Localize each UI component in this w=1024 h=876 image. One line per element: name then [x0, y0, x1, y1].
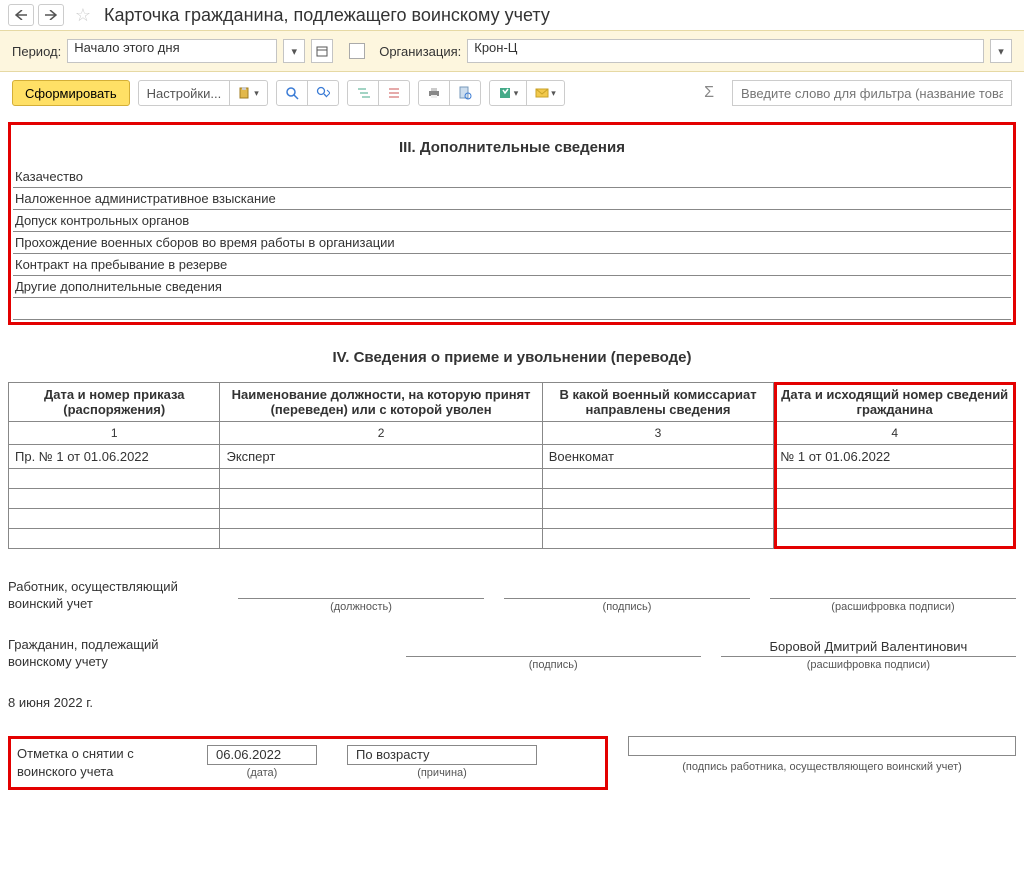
- expand-tree-icon: [356, 86, 370, 100]
- section4-table: Дата и номер приказа (распоряжения) Наим…: [8, 382, 1016, 549]
- org-label: Организация:: [379, 44, 461, 59]
- col-header-3: В какой военный комиссариат направлены с…: [542, 383, 774, 422]
- search-icon: [285, 86, 299, 100]
- position-line: [238, 581, 484, 599]
- section3-highlight: III. Дополнительные сведения Казачество …: [8, 122, 1016, 325]
- sigma-icon[interactable]: Σ: [694, 84, 724, 102]
- citizen-decipher-caption: (расшифровка подписи): [721, 657, 1016, 671]
- org-checkbox[interactable]: [349, 43, 365, 59]
- cell-commissariat: Военкомат: [542, 445, 774, 469]
- signature-line: [504, 581, 750, 599]
- collapse-button[interactable]: [378, 80, 410, 106]
- settings-button[interactable]: Настройки...: [138, 80, 231, 106]
- section3-row: Контракт на пребывание в резерве: [13, 254, 1011, 276]
- settings-paste-button[interactable]: ▾: [229, 80, 268, 106]
- nav-back-button[interactable]: [8, 4, 34, 26]
- col-header-2: Наименование должности, на которую приня…: [220, 383, 542, 422]
- col-num-2: 2: [220, 422, 542, 445]
- cell-order: Пр. № 1 от 01.06.2022: [9, 445, 220, 469]
- col-header-4: Дата и исходящий номер сведений граждани…: [774, 383, 1016, 422]
- printer-icon: [427, 86, 441, 100]
- citizen-signature-caption: (подпись): [406, 657, 701, 671]
- expand-button[interactable]: [347, 80, 379, 106]
- find-next-button[interactable]: [307, 80, 339, 106]
- page-title: Карточка гражданина, подлежащего воинско…: [104, 5, 550, 26]
- nav-forward-button[interactable]: [38, 4, 64, 26]
- section3-row: Прохождение военных сборов во время рабо…: [13, 232, 1011, 254]
- period-label: Период:: [12, 44, 61, 59]
- removal-reason-caption: (причина): [417, 767, 467, 779]
- print-preview-button[interactable]: [449, 80, 481, 106]
- toolbar: Сформировать Настройки... ▾: [0, 72, 1024, 114]
- save-button[interactable]: ▾: [489, 80, 528, 106]
- signature-caption: (подпись): [504, 599, 750, 613]
- removal-highlight: Отметка о снятии с воинского учета 06.06…: [8, 736, 608, 790]
- cell-position: Эксперт: [220, 445, 542, 469]
- arrow-left-icon: [15, 10, 27, 20]
- section3-row: Допуск контрольных органов: [13, 210, 1011, 232]
- col-num-1: 1: [9, 422, 220, 445]
- section3-row: Другие дополнительные сведения: [13, 276, 1011, 298]
- period-calendar-button[interactable]: [311, 39, 333, 63]
- section4-title: IV. Сведения о приеме и увольнении (пере…: [8, 345, 1016, 382]
- search-arrow-icon: [316, 86, 330, 100]
- arrow-right-icon: [45, 10, 57, 20]
- section3-row: Казачество: [13, 166, 1011, 188]
- decipher-line: [770, 581, 1016, 599]
- section3-title: III. Дополнительные сведения: [13, 127, 1011, 166]
- citizen-label: Гражданин, подлежащий воинскому учету: [8, 637, 218, 671]
- position-caption: (должность): [238, 599, 484, 613]
- section3-row-empty: [13, 298, 1011, 320]
- section3-row: Наложенное административное взыскание: [13, 188, 1011, 210]
- removal-signature-caption: (подпись работника, осуществляющего воин…: [628, 761, 1016, 773]
- period-input[interactable]: Начало этого дня: [67, 39, 277, 63]
- email-button[interactable]: ▾: [526, 80, 565, 106]
- clipboard-icon: [238, 86, 252, 100]
- org-input[interactable]: Крон-Ц: [467, 39, 984, 63]
- citizen-name: Боровой Дмитрий Валентинович: [721, 639, 1016, 657]
- removal-date: 06.06.2022: [207, 745, 317, 765]
- document-magnify-icon: [458, 86, 472, 100]
- removal-reason: По возрасту: [347, 745, 537, 765]
- decipher-caption: (расшифровка подписи): [770, 599, 1016, 613]
- period-dropdown-button[interactable]: ▾: [283, 39, 305, 63]
- cell-outgoing: № 1 от 01.06.2022: [774, 445, 1016, 469]
- removal-date-caption: (дата): [247, 767, 278, 779]
- collapse-tree-icon: [387, 86, 401, 100]
- generate-button[interactable]: Сформировать: [12, 80, 130, 106]
- worker-label: Работник, осуществляющий воинский учет: [8, 579, 218, 613]
- filter-word-input[interactable]: [732, 80, 1012, 106]
- find-button[interactable]: [276, 80, 308, 106]
- favorite-star-icon[interactable]: ☆: [72, 4, 94, 26]
- calendar-icon: [316, 45, 328, 57]
- org-dropdown-button[interactable]: ▾: [990, 39, 1012, 63]
- mail-icon: [535, 87, 549, 99]
- col-num-3: 3: [542, 422, 774, 445]
- removal-label: Отметка о снятии с воинского учета: [17, 745, 177, 781]
- save-icon: [498, 86, 512, 100]
- print-button[interactable]: [418, 80, 450, 106]
- citizen-signature-line: [406, 639, 701, 657]
- removal-signature-box: [628, 736, 1016, 756]
- document-date: 8 июня 2022 г.: [8, 695, 1016, 710]
- filter-bar: Период: Начало этого дня ▾ Организация: …: [0, 30, 1024, 72]
- col-header-1: Дата и номер приказа (распоряжения): [9, 383, 220, 422]
- col-num-4: 4: [774, 422, 1016, 445]
